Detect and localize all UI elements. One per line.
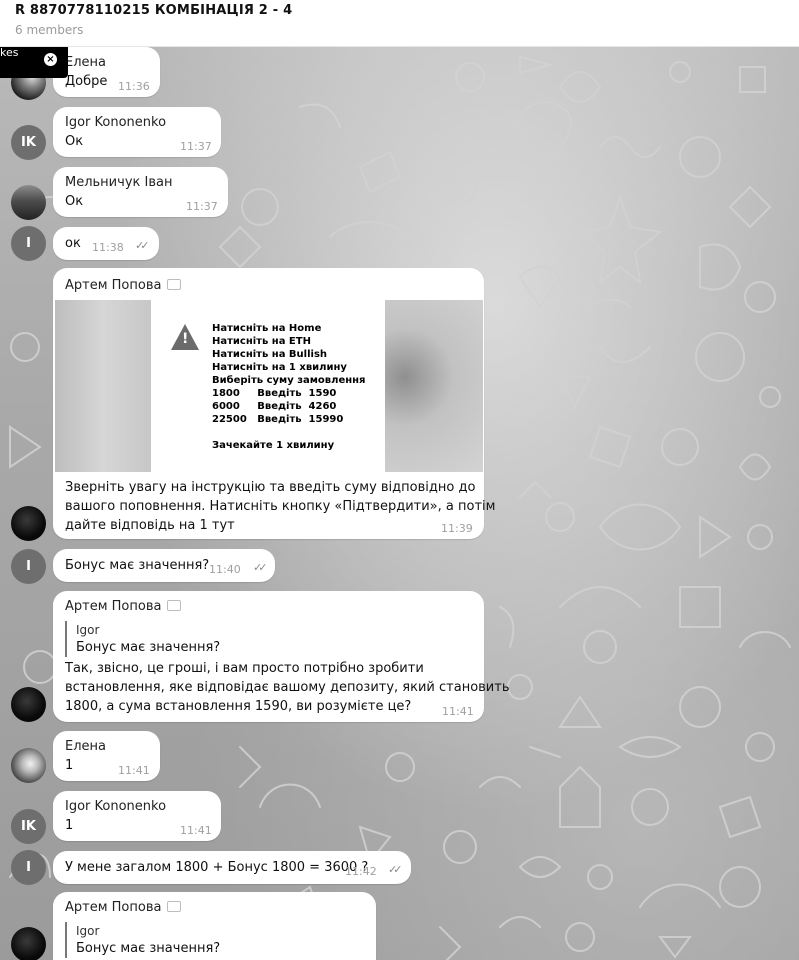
read-receipt-icon: ✓✓ — [253, 561, 268, 574]
image-blur-right — [385, 300, 483, 472]
message-bubble[interactable]: Елена 1 11:41 — [53, 731, 160, 781]
avatar[interactable]: I — [11, 850, 46, 885]
warning-icon — [171, 324, 199, 350]
message-text-line: дайте відповідь на 1 тут — [65, 518, 235, 533]
message-bubble[interactable]: У мене загалом 1800 + Бонус 1800 = 3600 … — [53, 851, 411, 884]
avatar[interactable] — [11, 687, 46, 722]
message-text: Добре — [65, 74, 108, 89]
message-image[interactable]: Натисніть на Home Натисніть на ETH Натис… — [55, 300, 483, 472]
avatar[interactable] — [11, 927, 46, 960]
quote-sender: Igor — [76, 924, 100, 938]
message-time: 11:36 — [118, 80, 150, 93]
message-bubble[interactable]: Igor Kononenko Ок 11:37 — [53, 107, 221, 157]
avatar[interactable]: I — [11, 549, 46, 584]
message-sender: Артем Попова — [65, 900, 182, 915]
message-bubble[interactable]: Артем Попова Натисніть на Home Натисніть… — [53, 268, 495, 539]
message-bubble[interactable]: Бонус має значення? 11:40 ✓✓ — [53, 549, 275, 582]
avatar[interactable]: I — [11, 226, 46, 261]
avatar[interactable] — [11, 185, 46, 220]
reply-quote[interactable]: Igor Бонус має значення? — [65, 922, 220, 958]
sender-name: Артем Попова — [65, 900, 162, 915]
message-time: 11:41 — [442, 705, 474, 718]
quote-text: Бонус має значення? — [76, 941, 221, 956]
sender-name: Артем Попова — [65, 278, 162, 293]
close-icon[interactable]: × — [44, 53, 57, 66]
message-time: 11:40 — [209, 563, 241, 576]
bot-badge-icon — [167, 279, 182, 290]
message-time: 11:41 — [118, 764, 150, 777]
message-sender: Артем Попова — [65, 599, 182, 614]
image-text: Натисніть на Home Натисніть на ETH Натис… — [212, 323, 366, 451]
read-receipt-icon: ✓✓ — [388, 863, 403, 876]
message-text: Ок — [65, 134, 84, 149]
message-sender: Мельничук Іван — [65, 175, 173, 190]
message-time: 11:41 — [180, 824, 212, 837]
message-text-line: Так, звісно, це гроші, і вам просто потр… — [65, 661, 424, 676]
message-text: ок — [65, 236, 81, 251]
chat-title: R 8870778110215 КОМБІНАЦІЯ 2 - 4 — [15, 3, 293, 18]
message-text-line: вашого поповнення. Натисніть кнопку «Під… — [65, 499, 496, 514]
message-bubble[interactable]: Артем Попова Igor Бонус має значення? — [53, 892, 376, 960]
image-blur-left — [55, 300, 151, 472]
message-text: У мене загалом 1800 + Бонус 1800 = 3600 … — [65, 860, 369, 875]
message-time: 11:42 — [345, 865, 377, 878]
avatar[interactable]: IK — [11, 809, 46, 844]
message-list[interactable]: kes × Елена Добре 11:36 IK Igor Kononenk… — [0, 47, 799, 960]
quote-sender: Igor — [76, 623, 100, 637]
message-sender: Igor Kononenko — [65, 115, 167, 130]
message-text-line: 1800, а сума встановлення 1590, ви розум… — [65, 699, 412, 714]
message-time: 11:38 — [92, 241, 124, 254]
bot-badge-icon — [167, 901, 182, 912]
message-text: 1 — [65, 818, 74, 833]
image-instructions: Натисніть на Home Натисніть на ETH Натис… — [151, 300, 385, 472]
message-sender: Артем Попова — [65, 278, 182, 293]
message-text-line: Зверніть увагу на інструкцію та введіть … — [65, 480, 476, 495]
message-bubble[interactable]: Елена Добре 11:36 — [53, 47, 160, 97]
message-time: 11:37 — [180, 140, 212, 153]
avatar[interactable] — [11, 506, 46, 541]
message-sender: Елена — [65, 739, 106, 754]
quote-text: Бонус має значення? — [76, 640, 221, 655]
message-bubble[interactable]: Артем Попова Igor Бонус має значення? Та… — [53, 591, 510, 722]
avatar[interactable]: IK — [11, 125, 46, 160]
reply-quote[interactable]: Igor Бонус має значення? — [65, 621, 220, 657]
notification-toast: kes × — [0, 47, 68, 78]
message-bubble[interactable]: Igor Kononenko 1 11:41 — [53, 791, 221, 841]
message-time: 11:39 — [441, 522, 473, 535]
message-text: Бонус має значення? — [65, 558, 210, 573]
message-text-line: встановлення, яке відповідає вашому депо… — [65, 680, 510, 695]
message-bubble[interactable]: Мельничук Іван Ок 11:37 — [53, 167, 228, 217]
message-bubble[interactable]: ок 11:38 ✓✓ — [53, 227, 159, 260]
chat-header[interactable]: R 8870778110215 КОМБІНАЦІЯ 2 - 4 6 membe… — [0, 0, 799, 47]
bot-badge-icon — [167, 600, 182, 611]
toast-text: kes — [0, 47, 19, 59]
sender-name: Артем Попова — [65, 599, 162, 614]
members-count: 6 members — [15, 23, 84, 37]
message-sender: Igor Kononenko — [65, 799, 167, 814]
message-time: 11:37 — [186, 200, 218, 213]
avatar[interactable] — [11, 748, 46, 783]
message-text: 1 — [65, 758, 74, 773]
message-sender: Елена — [65, 55, 106, 70]
message-text: Ок — [65, 194, 84, 209]
read-receipt-icon: ✓✓ — [135, 239, 150, 252]
